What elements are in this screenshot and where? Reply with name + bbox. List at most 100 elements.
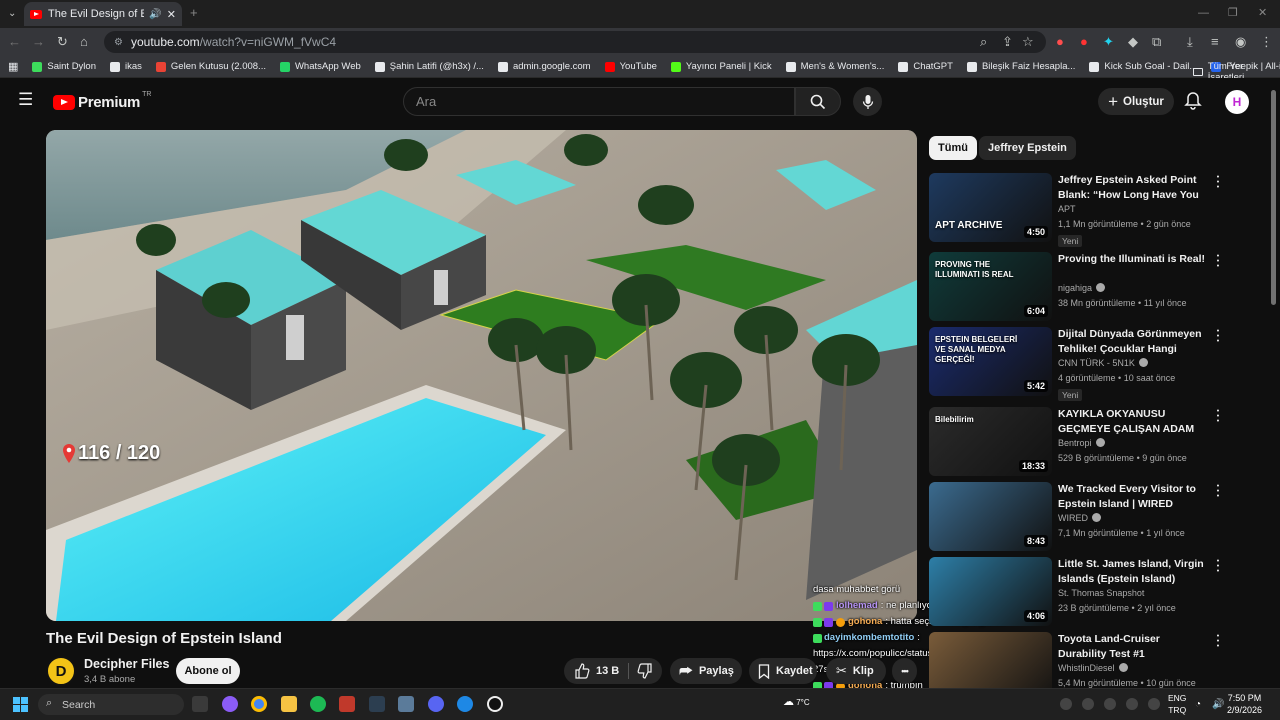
close-tab-icon[interactable]: ✕ xyxy=(167,8,176,21)
subscribe-button[interactable]: Abone ol xyxy=(176,658,240,684)
bookmark-item[interactable]: Yayıncı Paneli | Kick xyxy=(670,61,772,72)
volume-icon[interactable]: 🔊 xyxy=(1212,698,1224,712)
bookmark-item[interactable]: Bileşik Faiz Hesapla... xyxy=(966,61,1075,72)
wifi-icon[interactable]: ◔ xyxy=(1195,698,1201,712)
minimize-icon[interactable]: — xyxy=(1198,6,1209,20)
recommendation-title[interactable]: Little St. James Island, Virgin Islands … xyxy=(1058,557,1208,587)
voice-search-button[interactable] xyxy=(853,87,882,116)
copilot-icon[interactable] xyxy=(222,696,238,712)
bookmark-item[interactable]: Men's & Women's... xyxy=(785,61,884,72)
kebab-menu-icon[interactable]: • • • xyxy=(1216,328,1220,345)
windows-start-icon[interactable] xyxy=(13,697,28,712)
chrome-menu-icon[interactable]: ⋮ xyxy=(1260,35,1273,49)
task-view-icon[interactable] xyxy=(192,696,208,712)
recommendation-channel[interactable]: Bentropi xyxy=(1058,438,1105,448)
weather-widget[interactable]: ☁ 7°C xyxy=(783,695,810,708)
browser-tab-active[interactable]: The Evil Design of Epstein I 🔊 ✕ xyxy=(24,2,182,26)
app-red-icon[interactable] xyxy=(339,696,355,712)
save-button[interactable]: Kaydet xyxy=(749,658,817,684)
chrome-taskbar-icon[interactable] xyxy=(251,696,267,712)
discord-icon[interactable] xyxy=(428,696,444,712)
bookmark-item[interactable]: Şahin Latifi (@h3x) /... xyxy=(374,61,484,72)
recommendation-title[interactable]: KAYIKLA OKYANUSU GEÇMEYE ÇALIŞAN ADAM xyxy=(1058,407,1208,437)
clip-button[interactable]: ✂ Klip xyxy=(826,658,886,684)
maximize-icon[interactable]: ❐ xyxy=(1228,6,1238,20)
recommendation-channel[interactable]: St. Thomas Snapshot xyxy=(1058,588,1144,598)
notifications-button[interactable] xyxy=(1184,91,1202,116)
video-thumbnail[interactable]: APT ARCHIVE 4:50 xyxy=(929,173,1052,242)
bookmark-item[interactable]: Gelen Kutusu (2.008... xyxy=(155,61,266,72)
bookmark-item[interactable]: Saint Dylon xyxy=(32,61,96,72)
recommendation-channel[interactable]: APT xyxy=(1058,204,1076,214)
video-player[interactable]: 116 / 120 xyxy=(46,130,917,621)
zoom-icon[interactable]: ⌕ xyxy=(980,35,987,49)
close-window-icon[interactable]: ✕ xyxy=(1258,6,1267,20)
tray-icon-5[interactable] xyxy=(1148,698,1160,710)
taskbar-search[interactable]: ⌕ Search xyxy=(38,694,184,715)
home-icon[interactable]: ⌂ xyxy=(80,35,88,49)
video-thumbnail[interactable]: Bilebilirim 18:33 xyxy=(929,407,1052,476)
bookmark-item[interactable]: ikas xyxy=(110,61,142,72)
create-button[interactable]: + Oluştur xyxy=(1098,88,1174,115)
bookmark-item[interactable]: admin.google.com xyxy=(497,61,591,72)
more-actions-button[interactable]: ••• xyxy=(892,658,917,684)
tray-icon-3[interactable] xyxy=(1104,698,1116,710)
bookmark-item[interactable]: Kick Sub Goal - Dail... xyxy=(1089,61,1197,72)
kebab-menu-icon[interactable]: • • • xyxy=(1216,483,1220,500)
chip-jeffrey-epstein[interactable]: Jeffrey Epstein xyxy=(979,136,1076,160)
channel-avatar[interactable]: D xyxy=(46,656,76,686)
video-thumbnail[interactable]: 8:43 xyxy=(929,482,1052,551)
hamburger-menu-icon[interactable]: ☰ xyxy=(18,91,33,108)
kebab-menu-icon[interactable]: • • • xyxy=(1216,253,1220,270)
bookmark-star-icon[interactable]: ☆ xyxy=(1022,35,1034,49)
settings-app-icon[interactable] xyxy=(398,696,414,712)
recommendation-title[interactable]: Dijital Dünyada Görünmeyen Tehlike! Çocu… xyxy=(1058,327,1208,357)
recommendation-channel[interactable]: CNN TÜRK - 5N1K xyxy=(1058,358,1148,368)
tray-icon-4[interactable] xyxy=(1126,698,1138,710)
speaker-icon[interactable]: 🔊 xyxy=(149,9,161,20)
video-thumbnail[interactable]: EPSTEIN BELGELERİ VE SANAL MEDYA GERÇEĞİ… xyxy=(929,327,1052,396)
downloads-icon[interactable]: ⤓ xyxy=(1187,35,1193,49)
dislike-button[interactable] xyxy=(637,663,653,682)
search-button[interactable] xyxy=(795,87,841,116)
apps-grid-icon[interactable]: ▦ xyxy=(8,60,18,73)
chat-username[interactable]: lolhemad xyxy=(836,598,878,614)
recommendation-title[interactable]: Proving the Illuminati is Real! xyxy=(1058,252,1208,267)
recommendation-item[interactable]: EPSTEIN BELGELERİ VE SANAL MEDYA GERÇEĞİ… xyxy=(929,327,1259,401)
extension-diamond-icon[interactable]: ◆ xyxy=(1128,35,1138,49)
address-bar[interactable]: ⚙ youtube.com/watch?v=niGWM_fVwC4 xyxy=(104,31,1046,53)
chat-username[interactable]: dayimkombemtotito xyxy=(824,630,914,646)
extension-translate-icon[interactable]: ✦ xyxy=(1103,35,1114,49)
video-thumbnail[interactable]: PROVING THE ILLUMINATI IS REAL 6:04 xyxy=(929,252,1052,321)
recommendation-item[interactable]: 4:06 Little St. James Island, Virgin Isla… xyxy=(929,557,1259,627)
extension-drop-icon[interactable]: ● xyxy=(1080,35,1088,49)
tab-search-chevron-icon[interactable]: ⌄ xyxy=(8,7,16,21)
app-blue-icon[interactable] xyxy=(457,696,473,712)
recommendation-item[interactable]: APT ARCHIVE 4:50 Jeffrey Epstein Asked Poi… xyxy=(929,173,1259,247)
recommendation-title[interactable]: Toyota Land-Cruiser Durability Test #1 xyxy=(1058,632,1208,662)
terminal-icon[interactable] xyxy=(369,696,385,712)
profile-icon[interactable]: ◉ xyxy=(1235,35,1246,49)
clock[interactable]: 7:50 PM 2/9/2026 xyxy=(1227,692,1262,716)
account-avatar[interactable]: H xyxy=(1225,90,1249,114)
language-indicator[interactable]: ENG TRQ xyxy=(1168,692,1186,716)
site-info-icon[interactable]: ⚙ xyxy=(114,37,123,48)
share-button[interactable]: ⮫ Paylaş xyxy=(670,658,742,684)
reload-icon[interactable]: ↻ xyxy=(57,35,68,49)
search-input[interactable]: Ara xyxy=(403,87,795,116)
recommendation-channel[interactable]: WhistlinDiesel xyxy=(1058,663,1128,673)
recommendation-item[interactable]: Bilebilirim 18:33 KAYIKLA OKYANUSU GEÇMEYE… xyxy=(929,407,1259,477)
recommendation-title[interactable]: We Tracked Every Visitor to Epstein Isla… xyxy=(1058,482,1208,512)
back-icon[interactable]: ← xyxy=(8,35,21,49)
spotify-icon[interactable] xyxy=(310,696,326,712)
kebab-menu-icon[interactable]: • • • xyxy=(1216,174,1220,191)
recommendation-title[interactable]: Jeffrey Epstein Asked Point Blank: “How … xyxy=(1058,173,1208,203)
reading-list-icon[interactable]: ≡ xyxy=(1211,35,1219,49)
video-thumbnail[interactable]: 4:06 xyxy=(929,557,1052,626)
extension-red-icon[interactable]: ● xyxy=(1056,35,1064,49)
tray-icon-1[interactable] xyxy=(1060,698,1072,710)
chip-all[interactable]: Tümü xyxy=(929,136,977,160)
recommendation-item[interactable]: 8:43 We Tracked Every Visitor to Epstein … xyxy=(929,482,1259,552)
page-scrollbar[interactable] xyxy=(1271,90,1276,305)
recommendation-channel[interactable]: WIRED xyxy=(1058,513,1101,523)
